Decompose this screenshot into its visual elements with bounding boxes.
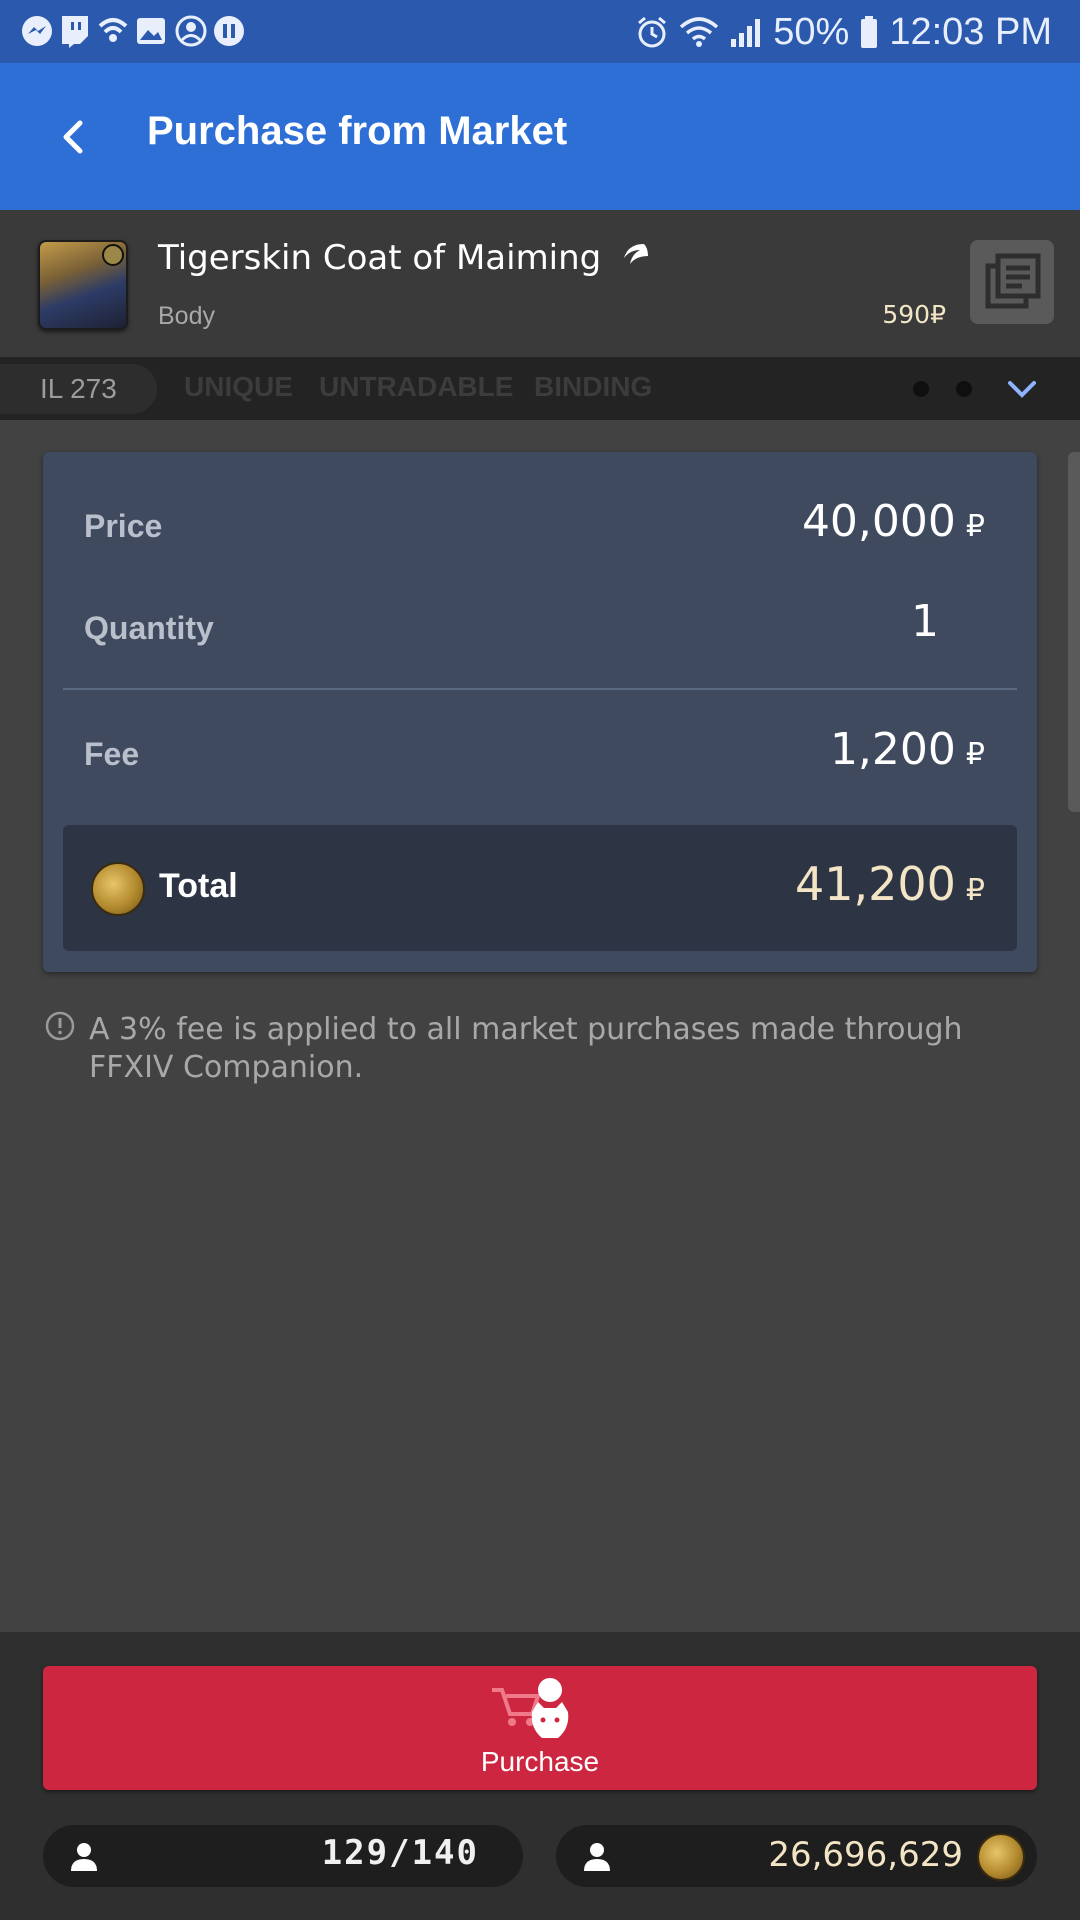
item-details-button[interactable]	[970, 240, 1054, 324]
page-title: Purchase from Market	[147, 109, 568, 153]
status-dot	[956, 381, 972, 397]
gil-coin-icon	[977, 1833, 1025, 1881]
clock: 12:03 PM	[889, 10, 1052, 53]
retainer-count-pill: 129/140	[43, 1825, 523, 1887]
price-value: 40,000	[801, 496, 956, 547]
item-category: Body	[158, 302, 215, 330]
tag-untradable: UNTRADABLE	[319, 371, 514, 402]
scrollbar[interactable]	[1068, 452, 1080, 812]
person-icon	[71, 1843, 97, 1871]
gallery-icon	[137, 18, 165, 44]
item-name: Tigerskin Coat of Maiming	[158, 238, 602, 278]
currency-symbol: ₽	[965, 509, 985, 544]
tag-binding: BINDING	[534, 371, 653, 402]
gil-balance: 26,696,629	[768, 1835, 963, 1875]
back-arrow-icon[interactable]	[50, 113, 98, 161]
fee-value: 1,200	[829, 724, 956, 775]
wifi-call-icon	[98, 18, 128, 42]
library-icon	[985, 253, 1041, 309]
twitch-icon	[62, 16, 88, 48]
fee-notice: A 3% fee is applied to all market purcha…	[89, 1012, 963, 1085]
quantity-value[interactable]: 1	[911, 596, 939, 647]
status-dot	[913, 381, 929, 397]
battery-icon	[861, 16, 878, 48]
purchase-summary-card: Price 40,000 ₽ Quantity 1 Fee 1,200 ₽ Tota…	[43, 452, 1037, 972]
signal-icon	[731, 19, 761, 47]
total-value: 41,200	[794, 857, 956, 911]
purchase-label: Purchase	[480, 1746, 600, 1777]
total-row: Total 41,200 ₽	[63, 825, 1017, 951]
app-bar: Purchase from Market	[0, 63, 1080, 210]
item-level-badge: IL 273	[0, 364, 157, 414]
item-quality-dot	[102, 244, 124, 266]
currency-symbol: ₽	[965, 737, 985, 772]
battery-percent: 50%	[773, 10, 850, 53]
price-value-row: 40,000 ₽	[802, 496, 985, 547]
messenger-icon	[22, 16, 52, 46]
currency-symbol: ₽	[965, 873, 985, 908]
info-alert-icon	[45, 1011, 75, 1041]
status-bar: 50% 12:03 PM	[0, 0, 1080, 63]
cart-moogle-icon	[492, 1678, 569, 1738]
retainer-count: 129/140	[321, 1833, 479, 1873]
gil-balance-pill: 26,696,629	[556, 1825, 1037, 1887]
wifi-icon	[680, 17, 719, 47]
status-right: 50% 12:03 PM	[635, 8, 1052, 56]
item-price: 590₽	[882, 300, 946, 329]
divider	[63, 688, 1017, 690]
item-attributes-strip: IL 273 UNIQUE UNTRADABLE BINDING	[0, 357, 1080, 420]
pause-icon	[214, 16, 244, 46]
purchase-button[interactable]: Purchase	[43, 1666, 1037, 1790]
total-value-row: 41,200 ₽	[795, 857, 985, 911]
account-icon	[175, 15, 207, 47]
quantity-label: Quantity	[84, 610, 214, 646]
person-icon	[584, 1843, 610, 1871]
item-name-row: Tigerskin Coat of Maiming	[158, 238, 652, 278]
gil-coin-icon	[91, 862, 145, 916]
tag-unique: UNIQUE	[184, 371, 293, 402]
dye-icon	[624, 244, 649, 264]
fee-value-row: 1,200 ₽	[830, 724, 985, 775]
total-label: Total	[159, 867, 238, 905]
item-header: Tigerskin Coat of Maiming Body 590₽	[0, 210, 1080, 357]
bottom-bar: Purchase 129/140 26,696,629	[0, 1632, 1080, 1920]
price-label: Price	[84, 508, 163, 544]
alarm-icon	[638, 16, 667, 48]
fee-label: Fee	[84, 736, 140, 772]
chevron-down-icon[interactable]	[1004, 373, 1040, 405]
